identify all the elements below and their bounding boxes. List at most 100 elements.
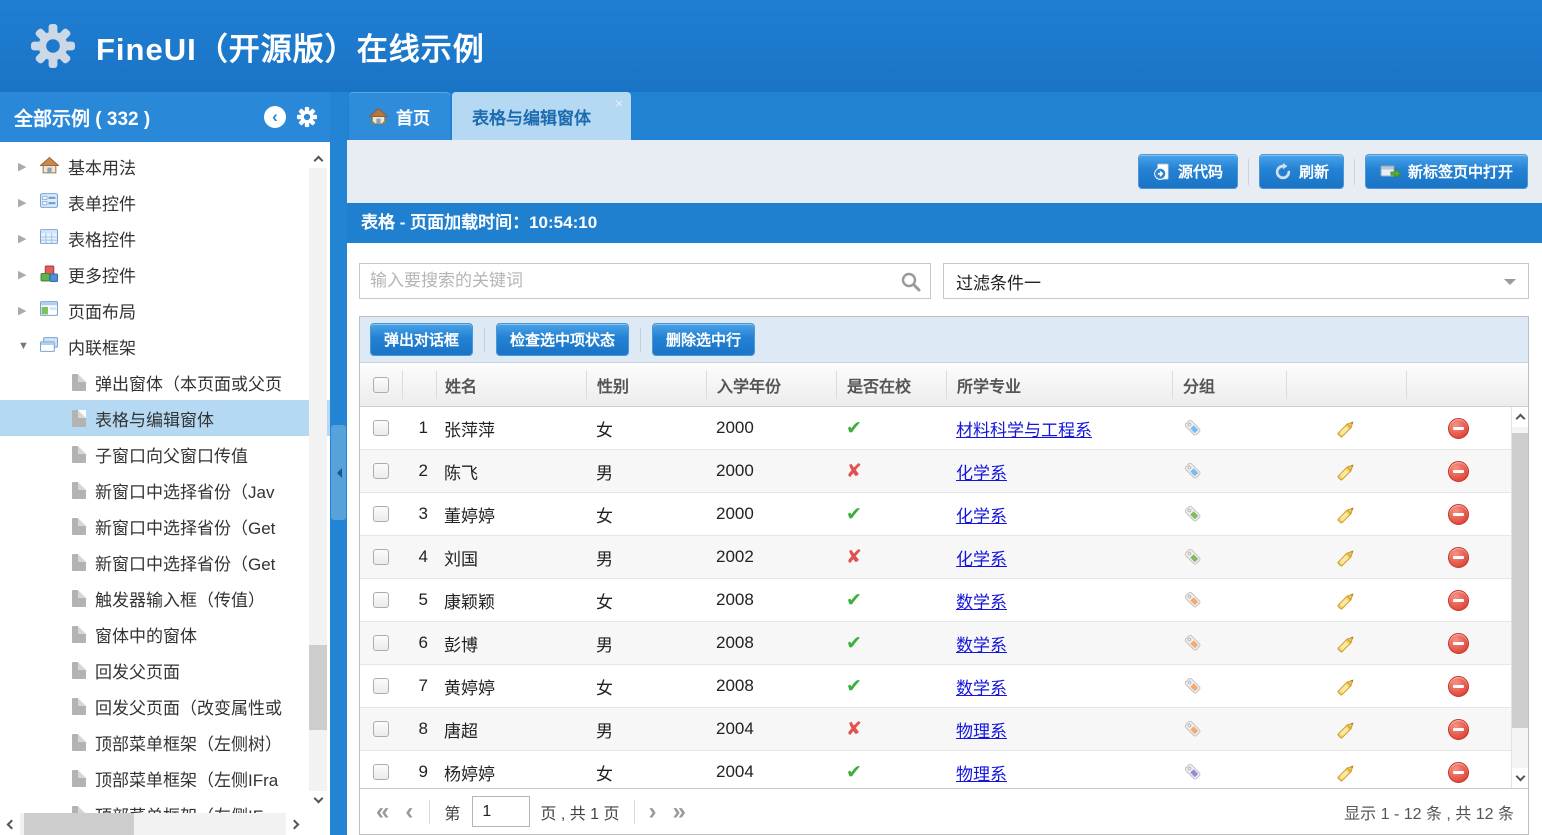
delete-icon[interactable] <box>1448 418 1469 439</box>
table-row[interactable]: 6 彭博 男 2008 ✔ 数学系 <box>360 622 1511 665</box>
sidebar-item-topmenu-iframe2[interactable]: 顶部菜单框架（左侧IFra <box>0 796 330 813</box>
sidebar-group-page-layout[interactable]: 页面布局 <box>0 292 330 328</box>
scroll-up-icon[interactable] <box>1512 407 1528 427</box>
expand-arrow-icon[interactable] <box>18 160 32 173</box>
expand-arrow-icon[interactable] <box>18 268 32 281</box>
row-checkbox[interactable] <box>373 635 389 651</box>
sidebar-item-select-province-get1[interactable]: 新窗口中选择省份（Get <box>0 508 330 544</box>
sidebar-item-window-in-window[interactable]: 窗体中的窗体 <box>0 616 330 652</box>
scrollbar-thumb[interactable] <box>24 813 134 835</box>
open-new-tab-button[interactable]: 新标签页中打开 <box>1365 154 1528 189</box>
scrollbar-thumb[interactable] <box>1512 433 1528 728</box>
column-header-year[interactable]: 入学年份 <box>706 371 836 399</box>
source-code-button[interactable]: 源代码 <box>1138 154 1238 189</box>
major-link[interactable]: 物理系 <box>956 760 1007 785</box>
delete-icon[interactable] <box>1448 676 1469 697</box>
collapse-sidebar-button[interactable]: ‹ <box>264 106 286 128</box>
last-page-button[interactable]: » <box>673 800 686 824</box>
major-link[interactable]: 数学系 <box>956 674 1007 699</box>
column-header-index[interactable] <box>402 371 436 399</box>
delete-icon[interactable] <box>1448 719 1469 740</box>
settings-gear-icon[interactable] <box>296 106 318 128</box>
sidebar-item-popup-window[interactable]: 弹出窗体（本页面或父页 <box>0 364 330 400</box>
major-link[interactable]: 数学系 <box>956 588 1007 613</box>
table-row[interactable]: 1 张萍萍 女 2000 ✔ 材料科学与工程系 <box>360 407 1511 450</box>
delete-selected-button[interactable]: 删除选中行 <box>652 323 755 356</box>
scroll-right-icon[interactable] <box>286 813 306 835</box>
table-row[interactable]: 4 刘国 男 2002 ✘ 化学系 <box>360 536 1511 579</box>
sidebar-item-select-province-jav[interactable]: 新窗口中选择省份（Jav <box>0 472 330 508</box>
sidebar-group-basic-usage[interactable]: 基本用法 <box>0 148 330 184</box>
delete-icon[interactable] <box>1448 633 1469 654</box>
row-checkbox[interactable] <box>373 463 389 479</box>
row-checkbox[interactable] <box>373 721 389 737</box>
row-checkbox[interactable] <box>373 764 389 780</box>
column-header-major[interactable]: 所学专业 <box>946 371 1172 399</box>
scroll-up-icon[interactable] <box>309 150 327 168</box>
delete-icon[interactable] <box>1448 762 1469 783</box>
grid-vertical-scrollbar[interactable] <box>1511 407 1528 788</box>
major-link[interactable]: 化学系 <box>956 502 1007 527</box>
sidebar-item-trigger-input[interactable]: 触发器输入框（传值） <box>0 580 330 616</box>
scrollbar-thumb[interactable] <box>309 645 327 730</box>
page-number-input[interactable] <box>472 796 530 827</box>
table-row[interactable]: 3 董婷婷 女 2000 ✔ 化学系 <box>360 493 1511 536</box>
expand-arrow-icon[interactable] <box>18 304 32 317</box>
column-header-name[interactable]: 姓名 <box>436 371 586 399</box>
row-checkbox[interactable] <box>373 506 389 522</box>
expand-arrow-icon[interactable] <box>18 196 32 209</box>
first-page-button[interactable]: « <box>376 800 389 824</box>
row-checkbox[interactable] <box>373 592 389 608</box>
close-icon[interactable] <box>615 95 623 111</box>
scroll-left-icon[interactable] <box>0 813 20 835</box>
search-icon[interactable] <box>900 271 922 298</box>
filter-dropdown[interactable]: 过滤条件一 <box>943 263 1529 299</box>
delete-icon[interactable] <box>1448 590 1469 611</box>
edit-pencil-icon[interactable] <box>1335 546 1358 569</box>
refresh-button[interactable]: 刷新 <box>1259 154 1344 189</box>
table-row[interactable]: 5 康颖颖 女 2008 ✔ 数学系 <box>360 579 1511 622</box>
major-link[interactable]: 材料科学与工程系 <box>956 416 1092 441</box>
select-all-checkbox[interactable] <box>373 377 389 393</box>
edit-pencil-icon[interactable] <box>1335 718 1358 741</box>
sidebar-group-form-controls[interactable]: 表单控件 <box>0 184 330 220</box>
edit-pencil-icon[interactable] <box>1335 460 1358 483</box>
table-row[interactable]: 2 陈飞 男 2000 ✘ 化学系 <box>360 450 1511 493</box>
sidebar-item-topmenu-tree[interactable]: 顶部菜单框架（左侧树） <box>0 724 330 760</box>
check-selection-button[interactable]: 检查选中项状态 <box>496 323 629 356</box>
row-checkbox[interactable] <box>373 420 389 436</box>
row-checkbox[interactable] <box>373 678 389 694</box>
collapse-arrow-icon[interactable] <box>18 340 32 352</box>
edit-pencil-icon[interactable] <box>1335 761 1358 784</box>
collapse-handle[interactable] <box>331 425 346 520</box>
sidebar-item-postback-parent[interactable]: 回发父页面 <box>0 652 330 688</box>
sidebar-item-grid-edit-window[interactable]: 表格与编辑窗体 <box>0 400 330 436</box>
column-header-group[interactable]: 分组 <box>1172 371 1286 399</box>
edit-pencil-icon[interactable] <box>1335 417 1358 440</box>
sidebar-item-select-province-get2[interactable]: 新窗口中选择省份（Get <box>0 544 330 580</box>
sidebar-item-postback-parent-attr[interactable]: 回发父页面（改变属性或 <box>0 688 330 724</box>
next-page-button[interactable]: › <box>649 800 657 824</box>
edit-pencil-icon[interactable] <box>1335 503 1358 526</box>
sidebar-vertical-scrollbar[interactable] <box>309 150 327 809</box>
delete-icon[interactable] <box>1448 547 1469 568</box>
edit-pencil-icon[interactable] <box>1335 632 1358 655</box>
column-header-atschool[interactable]: 是否在校 <box>836 371 946 399</box>
sidebar-horizontal-scrollbar[interactable] <box>0 813 306 835</box>
row-checkbox[interactable] <box>373 549 389 565</box>
table-row[interactable]: 9 杨婷婷 女 2004 ✔ 物理系 <box>360 751 1511 788</box>
delete-icon[interactable] <box>1448 504 1469 525</box>
open-dialog-button[interactable]: 弹出对话框 <box>370 323 473 356</box>
scroll-down-icon[interactable] <box>309 791 327 809</box>
expand-arrow-icon[interactable] <box>18 232 32 245</box>
splitter-bar[interactable] <box>330 92 347 835</box>
major-link[interactable]: 数学系 <box>956 631 1007 656</box>
table-row[interactable]: 8 唐超 男 2004 ✘ 物理系 <box>360 708 1511 751</box>
table-row[interactable]: 7 黄婷婷 女 2008 ✔ 数学系 <box>360 665 1511 708</box>
column-header-gender[interactable]: 性别 <box>586 371 706 399</box>
sidebar-item-child-to-parent[interactable]: 子窗口向父窗口传值 <box>0 436 330 472</box>
tab-grid-edit-window[interactable]: 表格与编辑窗体 <box>452 92 631 140</box>
delete-icon[interactable] <box>1448 461 1469 482</box>
major-link[interactable]: 化学系 <box>956 459 1007 484</box>
edit-pencil-icon[interactable] <box>1335 675 1358 698</box>
